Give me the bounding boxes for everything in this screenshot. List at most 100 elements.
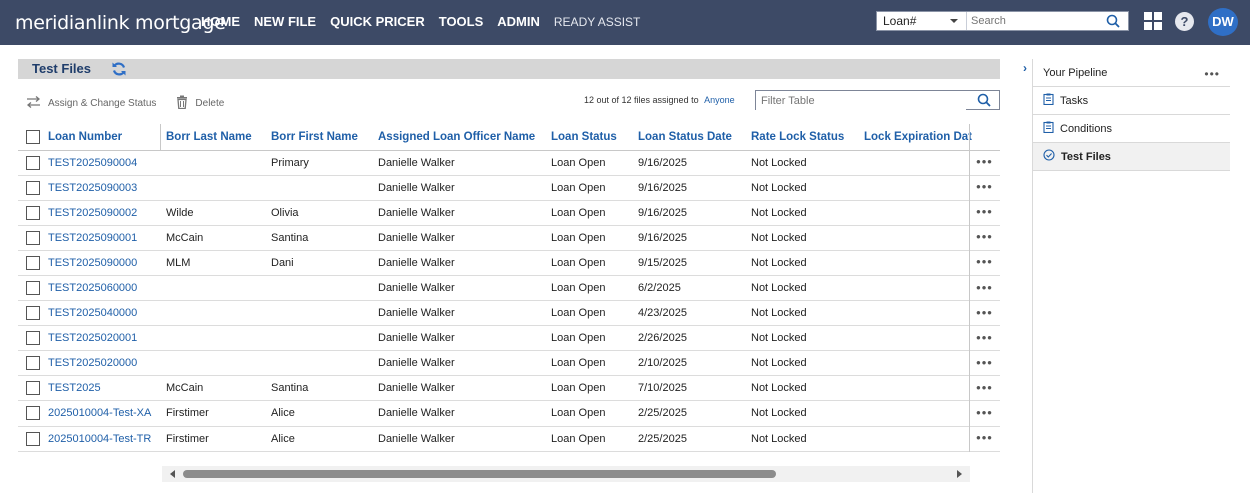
collapse-panel-icon[interactable]: › [1023,61,1027,75]
loan-number-link[interactable]: TEST2025020000 [42,350,160,377]
table-row[interactable]: TEST2025 McCain Santina Danielle Walker Loan… [18,375,1000,402]
table-row[interactable]: TEST2025090003 Danielle Walker Loan Open 9/… [18,175,1000,201]
sidebar-item-tasks[interactable]: Tasks [1033,87,1230,115]
row-more-options-icon[interactable]: ••• [969,154,1000,169]
scroll-right-icon[interactable] [957,470,962,478]
more-options-icon[interactable]: ••• [1204,67,1220,81]
row-checkbox[interactable] [26,306,40,321]
row-checkbox[interactable] [26,255,40,270]
clipboard-icon [1043,121,1054,136]
table-row[interactable]: 2025010004-Test-TR Firstimer Alice Danielle… [18,426,1000,452]
clipboard-icon [1043,93,1054,108]
sidebar-item-conditions[interactable]: Conditions [1033,115,1230,143]
table-cell: Not Locked [745,426,858,452]
table-row[interactable]: TEST2025060000 Danielle Walker Loan Open 6/… [18,275,1000,302]
table-cell: 2/25/2025 [632,426,745,452]
search-input[interactable] [967,12,1097,30]
row-more-options-icon[interactable]: ••• [969,280,1000,295]
loan-number-link[interactable]: 2025010004-Test-XA [42,400,160,427]
table-cell: Firstimer [160,426,265,452]
refresh-icon[interactable] [111,61,127,82]
row-more-options-icon[interactable]: ••• [969,380,1000,395]
column-header[interactable]: Loan Number [42,124,160,151]
search-type-select[interactable]: Loan# [877,12,967,30]
row-checkbox[interactable] [26,331,40,346]
row-checkbox[interactable] [26,230,40,245]
table-row[interactable]: TEST2025020001 Danielle Walker Loan Open 2/… [18,325,1000,352]
loan-number-link[interactable]: TEST2025020001 [42,325,160,352]
row-more-options-icon[interactable]: ••• [969,229,1000,244]
table-row[interactable]: TEST2025090000 MLM Dani Danielle Walker Loan… [18,250,1000,276]
column-header[interactable]: Rate Lock Status [745,124,858,151]
loan-number-link[interactable]: TEST2025060000 [42,275,160,302]
table-cell: Loan Open [545,250,632,276]
sidebar-item-test-files[interactable]: Test Files [1033,143,1230,171]
row-checkbox[interactable] [26,281,40,296]
table-row[interactable]: TEST2025020000 Danielle Walker Loan Open 2/… [18,350,1000,377]
table-cell: Loan Open [545,225,632,251]
row-checkbox[interactable] [26,155,40,170]
row-more-options-icon[interactable]: ••• [969,405,1000,420]
app-logo[interactable]: meridianlink mortgage [15,12,226,34]
scrollbar-thumb[interactable] [183,470,776,478]
row-more-options-icon[interactable]: ••• [969,305,1000,320]
column-header[interactable]: Loan Status [545,124,632,151]
loan-number-link[interactable]: TEST2025090003 [42,175,160,201]
table-cell [160,275,265,302]
nav-new-file[interactable]: NEW FILE [254,14,316,29]
row-select-cell [18,400,42,427]
nav-ready-assist[interactable]: READY ASSIST [554,14,640,29]
loan-number-link[interactable]: TEST2025090001 [42,225,160,251]
scroll-left-icon[interactable] [170,470,175,478]
table-row[interactable]: TEST2025040000 Danielle Walker Loan Open 4/… [18,300,1000,327]
column-header[interactable]: Borr Last Name [160,124,265,151]
search-icon[interactable] [1106,14,1120,33]
loan-number-link[interactable]: 2025010004-Test-TR [42,426,160,452]
search-icon[interactable] [977,93,991,112]
nav-admin[interactable]: ADMIN [497,14,540,29]
nav-home[interactable]: HOME [201,14,240,29]
row-more-options-icon[interactable]: ••• [969,179,1000,194]
nav-quick-pricer[interactable]: QUICK PRICER [330,14,425,29]
row-checkbox[interactable] [26,356,40,371]
user-avatar[interactable]: DW [1208,8,1238,36]
table-cell: Danielle Walker [372,250,545,276]
row-checkbox[interactable] [26,180,40,195]
table-row[interactable]: TEST2025090002 Wilde Olivia Danielle Walker… [18,200,1000,226]
table-cell: Danielle Walker [372,375,545,402]
loan-number-link[interactable]: TEST2025090002 [42,200,160,226]
row-checkbox[interactable] [26,406,40,421]
column-header[interactable]: Lock Expiration Dat [858,124,1000,151]
table-row[interactable]: TEST2025090004 Primary Danielle Walker Loan… [18,150,1000,176]
loan-number-link[interactable]: TEST2025090004 [42,150,160,176]
column-header[interactable]: Borr First Name [265,124,372,151]
table-cell: Primary [265,150,372,176]
row-more-options-icon[interactable]: ••• [969,430,1000,445]
assignee-filter-link[interactable]: Anyone [704,95,735,105]
row-more-options-icon[interactable]: ••• [969,355,1000,370]
horizontal-scrollbar[interactable] [162,466,970,482]
row-more-options-icon[interactable]: ••• [969,204,1000,219]
column-header[interactable]: Loan Status Date [632,124,745,151]
select-all-checkbox[interactable] [26,129,40,144]
row-checkbox[interactable] [26,205,40,220]
table-cell: 9/16/2025 [632,150,745,176]
apps-grid-icon[interactable] [1144,12,1162,30]
assign-change-status-button[interactable]: Assign & Change Status [26,96,156,111]
filter-table-input[interactable] [756,92,966,110]
column-header[interactable]: Assigned Loan Officer Name [372,124,545,151]
loan-number-link[interactable]: TEST2025040000 [42,300,160,327]
loan-number-link[interactable]: TEST2025 [42,375,160,402]
row-checkbox[interactable] [26,381,40,396]
row-more-options-icon[interactable]: ••• [969,254,1000,269]
loan-number-link[interactable]: TEST2025090000 [42,250,160,276]
row-more-options-icon[interactable]: ••• [969,330,1000,345]
help-icon[interactable]: ? [1175,12,1194,31]
table-row[interactable]: 2025010004-Test-XA Firstimer Alice Danielle… [18,400,1000,427]
row-select-cell [18,350,42,377]
table-row[interactable]: TEST2025090001 McCain Santina Danielle Walk… [18,225,1000,251]
delete-button[interactable]: Delete [176,95,224,112]
nav-tools[interactable]: TOOLS [439,14,484,29]
row-checkbox[interactable] [26,431,40,446]
sidebar-item-your-pipeline[interactable]: Your Pipeline ••• [1033,59,1230,87]
